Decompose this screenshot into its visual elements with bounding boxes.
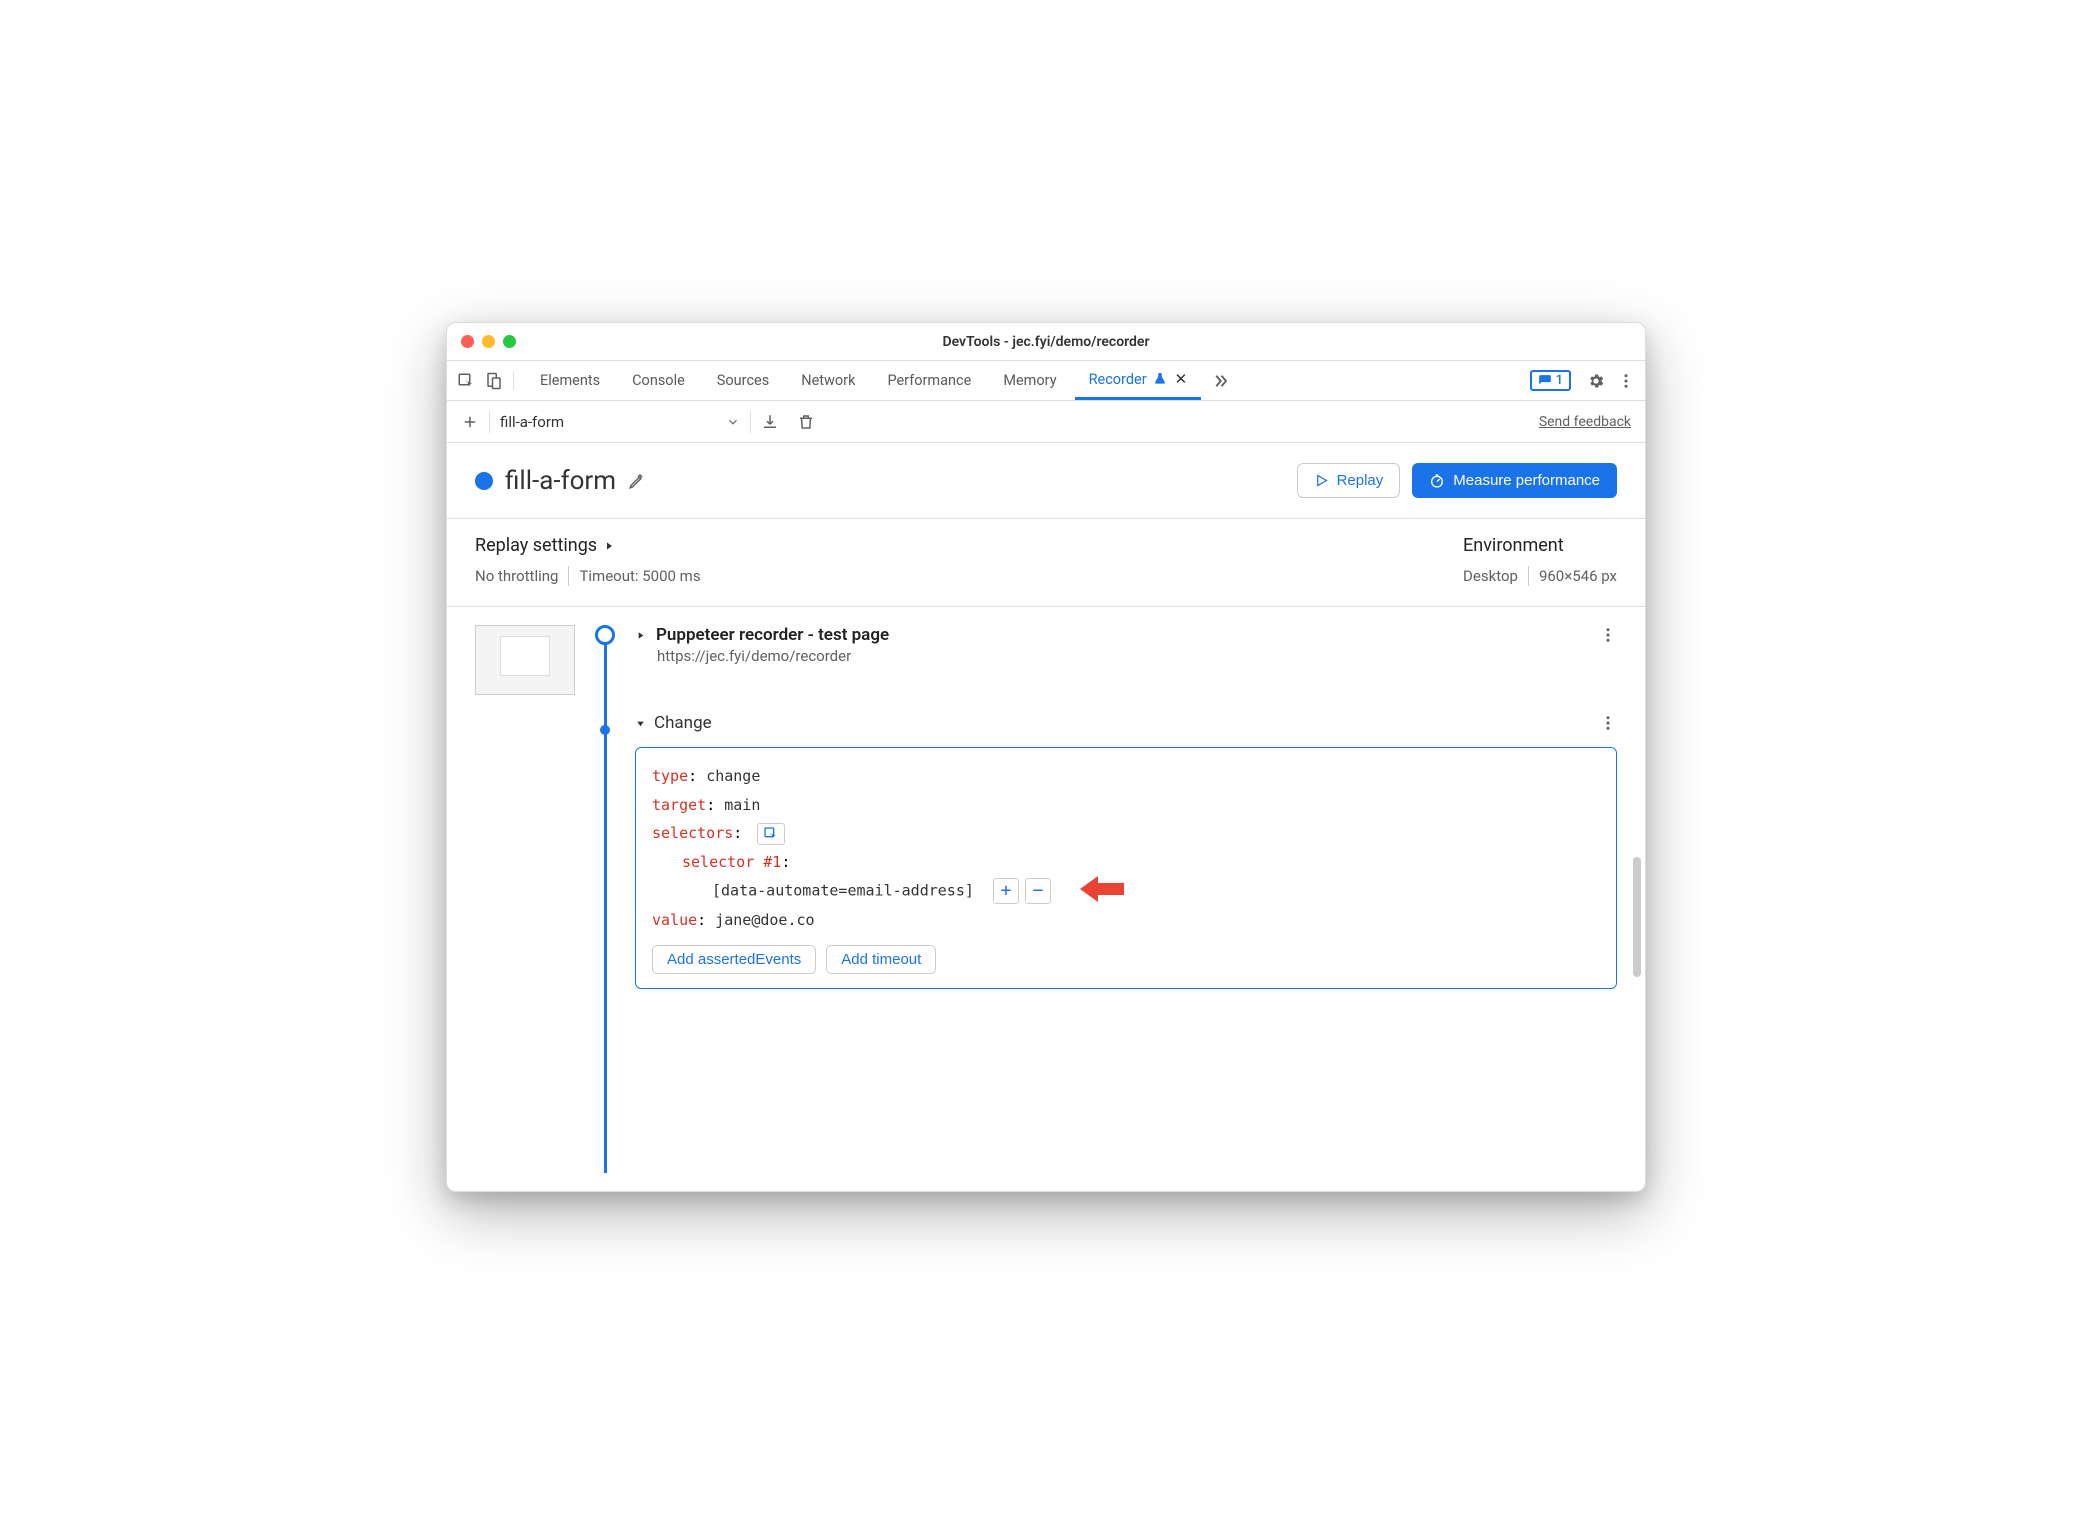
inspect-element-icon[interactable] (457, 372, 475, 390)
add-timeout-button[interactable]: Add timeout (826, 945, 936, 974)
val-target[interactable]: main (724, 796, 760, 814)
step-initial-title: Puppeteer recorder - test page (656, 625, 889, 645)
issues-chip[interactable]: 1 (1530, 370, 1571, 391)
val-type[interactable]: change (706, 767, 760, 785)
key-type: type (652, 767, 688, 785)
delete-icon[interactable] (797, 413, 815, 431)
tab-sources[interactable]: Sources (703, 361, 783, 400)
settings-row: Replay settings No throttling Timeout: 5… (447, 519, 1645, 607)
env-device: Desktop (1463, 567, 1518, 585)
add-selector-button[interactable]: + (993, 878, 1019, 904)
maximize-window-button[interactable] (503, 335, 516, 348)
add-asserted-events-button[interactable]: Add assertedEvents (652, 945, 816, 974)
tab-performance[interactable]: Performance (873, 361, 985, 400)
steps-panel: Puppeteer recorder - test page https://j… (447, 607, 1645, 1191)
step-change-label: Change (654, 713, 712, 733)
settings-gear-icon[interactable] (1587, 372, 1605, 390)
step-change-header[interactable]: Change (635, 713, 1617, 733)
more-tabs-icon[interactable] (1211, 372, 1229, 390)
val-selector1[interactable]: [data-automate=email-address] (712, 882, 974, 900)
env-viewport: 960×546 px (1539, 567, 1617, 585)
chevron-down-icon (635, 718, 646, 729)
key-selector1: selector #1 (682, 853, 781, 871)
send-feedback-link[interactable]: Send feedback (1539, 414, 1631, 430)
timeline-step-dot-icon (600, 725, 610, 735)
step-detail-box: type: change target: main selectors: sel… (635, 747, 1617, 989)
devtools-window: DevTools - jec.fyi/demo/recorder Element… (446, 322, 1646, 1192)
throttling-value: No throttling (475, 567, 558, 585)
window-title: DevTools - jec.fyi/demo/recorder (447, 334, 1645, 350)
devtools-tabbar: Elements Console Sources Network Perform… (447, 361, 1645, 401)
step-thumbnail (475, 625, 575, 1173)
window-titlebar: DevTools - jec.fyi/demo/recorder (447, 323, 1645, 361)
timeline (593, 625, 617, 1173)
timeline-start-icon (595, 625, 615, 645)
tab-memory[interactable]: Memory (989, 361, 1070, 400)
kebab-menu-icon[interactable] (1617, 372, 1635, 390)
recording-select[interactable]: fill-a-form (500, 413, 740, 431)
replay-button[interactable]: Replay (1297, 463, 1401, 498)
new-recording-icon[interactable] (461, 413, 479, 431)
scrollbar-thumb[interactable] (1633, 857, 1641, 977)
tab-close-icon[interactable]: ✕ (1175, 370, 1188, 388)
val-value[interactable]: jane@doe.co (715, 911, 814, 929)
flask-icon (1153, 372, 1167, 386)
chevron-right-icon (635, 630, 646, 641)
remove-selector-button[interactable]: − (1025, 878, 1051, 904)
tab-network[interactable]: Network (787, 361, 869, 400)
tab-elements[interactable]: Elements (526, 361, 614, 400)
step-initial-header[interactable]: Puppeteer recorder - test page (635, 625, 1617, 645)
key-target: target (652, 796, 706, 814)
record-indicator-icon (475, 472, 493, 490)
recording-title: fill-a-form (505, 466, 616, 496)
environment-label: Environment (1463, 535, 1617, 556)
step-menu-icon[interactable] (1599, 626, 1617, 644)
traffic-lights (461, 335, 516, 348)
measure-performance-button[interactable]: Measure performance (1412, 463, 1617, 498)
recorder-toolbar: fill-a-form Send feedback (447, 401, 1645, 443)
annotation-arrow-icon (1080, 874, 1124, 904)
replay-settings-toggle[interactable]: Replay settings (475, 535, 1463, 556)
chevron-right-icon (603, 540, 615, 552)
minimize-window-button[interactable] (482, 335, 495, 348)
tab-console[interactable]: Console (618, 361, 699, 400)
device-toggle-icon[interactable] (485, 372, 503, 390)
step-initial-url: https://jec.fyi/demo/recorder (657, 647, 1617, 665)
tab-recorder[interactable]: Recorder ✕ (1075, 361, 1202, 400)
close-window-button[interactable] (461, 335, 474, 348)
edit-title-icon[interactable] (628, 472, 646, 490)
export-icon[interactable] (761, 413, 779, 431)
step-menu-icon[interactable] (1599, 714, 1617, 732)
key-value: value (652, 911, 697, 929)
key-selectors: selectors (652, 824, 733, 842)
selector-picker-button[interactable] (757, 823, 785, 845)
recording-header: fill-a-form Replay Measure performance (447, 443, 1645, 519)
timeout-value: Timeout: 5000 ms (579, 567, 700, 585)
